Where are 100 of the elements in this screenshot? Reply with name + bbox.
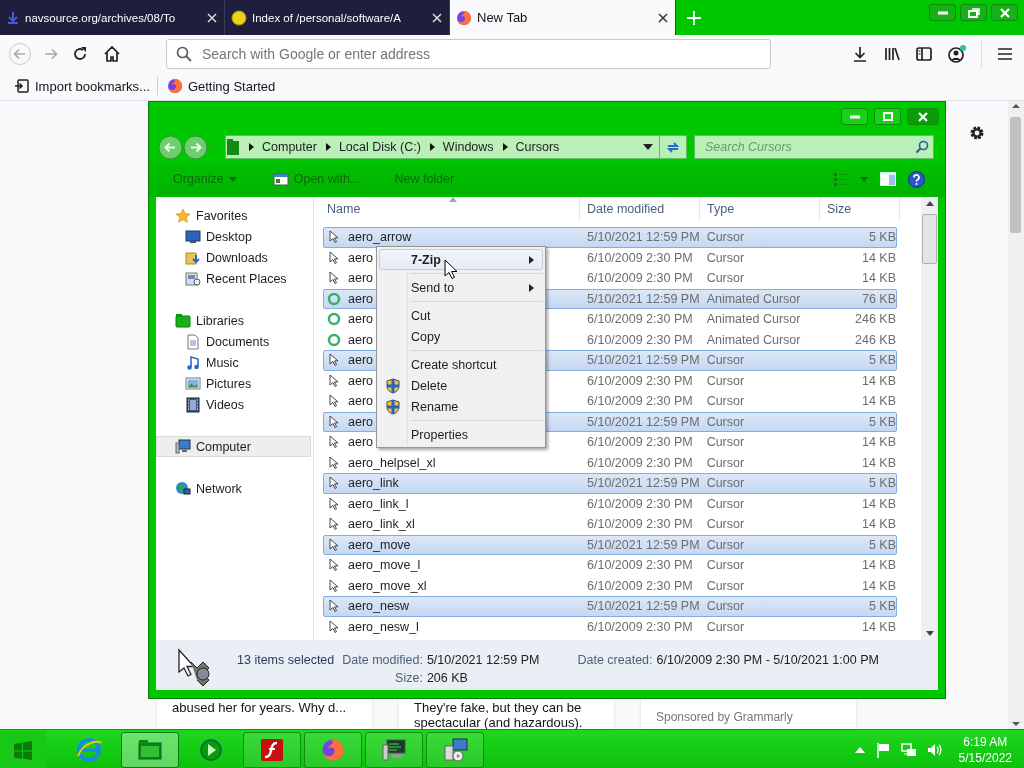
scroll-up-icon[interactable] (925, 201, 934, 206)
nav-item[interactable]: Pictures (156, 373, 311, 394)
flag-icon[interactable] (874, 741, 891, 758)
file-name[interactable]: aero_link_xl (348, 517, 415, 532)
view-options-icon[interactable] (834, 172, 848, 186)
scroll-down-icon[interactable] (925, 631, 934, 636)
ie-icon (75, 735, 103, 764)
menu-item[interactable]: 7-Zip (379, 249, 543, 270)
scrollbar-thumb[interactable] (1010, 117, 1021, 233)
bookmark[interactable]: Import bookmarks... (11, 76, 153, 96)
close-button[interactable] (991, 4, 1018, 21)
article-card[interactable]: abused her for years. Why d... (157, 699, 372, 729)
home-icon[interactable] (103, 44, 121, 63)
file-name[interactable]: aero_move_xl (348, 578, 427, 593)
help-icon[interactable] (908, 170, 925, 188)
network-icon[interactable] (900, 741, 917, 758)
arrow-cursor-icon (327, 517, 341, 532)
size-cell-text: 14 KB (860, 394, 896, 409)
nav-item[interactable]: Music (156, 352, 311, 373)
maximize-button[interactable] (874, 108, 901, 125)
taskbar-app[interactable] (121, 731, 179, 768)
file-name[interactable]: aero_link_l (348, 496, 409, 511)
scrollbar-thumb[interactable] (922, 214, 937, 264)
start-button[interactable] (0, 730, 46, 768)
minimize-button[interactable] (841, 108, 868, 125)
download-icon[interactable] (851, 44, 869, 63)
search-box[interactable]: Search Cursors (694, 135, 934, 159)
taskbar-app[interactable] (243, 731, 301, 768)
taskbar-app[interactable] (426, 731, 484, 768)
nav-item[interactable]: Downloads (156, 247, 311, 268)
file-name[interactable]: aero (348, 250, 374, 265)
file-name[interactable]: aero_move (348, 537, 411, 552)
file-name[interactable]: aero_move_l (348, 558, 421, 573)
nav-item[interactable]: Documents (156, 331, 311, 352)
back-icon[interactable] (158, 134, 183, 160)
refresh-icon[interactable] (665, 140, 681, 154)
forward-icon[interactable] (183, 134, 208, 160)
file-name[interactable]: aero_helpsel_xl (348, 455, 436, 470)
settings-icon[interactable] (968, 124, 986, 142)
file-name[interactable]: aero (348, 271, 374, 286)
sidebar-icon[interactable] (915, 44, 933, 63)
nav-item[interactable]: Libraries (156, 310, 311, 331)
address-bar[interactable]: Computer Local Disk (C:) Windows Cursors (225, 135, 687, 159)
reload-icon[interactable] (71, 44, 89, 63)
breadcrumb-item[interactable]: Computer (262, 140, 317, 154)
dropdown-icon[interactable] (643, 144, 653, 150)
file-name[interactable]: aero (348, 312, 374, 327)
breadcrumb-item[interactable]: Windows (442, 140, 494, 154)
selected-row[interactable]: aero_nesw 5/10/2021 12:59 PM Cursor 5 KB (323, 596, 897, 617)
search-field[interactable]: Search Cursors (703, 139, 915, 155)
file-name[interactable]: aero (348, 291, 374, 306)
address-bar[interactable]: Search with Google or enter address (166, 38, 771, 69)
close-icon[interactable] (657, 11, 669, 24)
nav-item[interactable]: Computer (156, 436, 311, 457)
file-name[interactable]: aero_nesw_l (348, 619, 419, 634)
menu-item[interactable]: Copy (379, 326, 543, 347)
type-cell-text: Cursor (706, 619, 746, 634)
bookmark[interactable]: Getting Started (163, 76, 279, 96)
breadcrumb-item[interactable]: Local Disk (C:) (338, 140, 421, 154)
close-icon (999, 7, 1010, 18)
date-cell-text: 5/10/2021 12:59 PM (587, 537, 701, 552)
close-button[interactable] (907, 108, 939, 125)
nav-item[interactable]: Favorites (156, 205, 311, 226)
nav-item[interactable]: Videos (156, 394, 311, 415)
menu-item[interactable]: Delete (379, 375, 543, 396)
article-card[interactable]: Sponsored by Grammarly (641, 699, 856, 729)
nav-item[interactable]: Desktop (156, 226, 311, 247)
new-tab-icon[interactable] (686, 9, 702, 26)
file-name[interactable]: aero_nesw (348, 599, 410, 614)
scrollbar[interactable] (921, 197, 938, 640)
selected-row[interactable]: aero_arrow 5/10/2021 12:59 PM Cursor 5 KB (323, 227, 897, 248)
file-name[interactable]: aero (348, 394, 374, 409)
arrow-cursor-icon (327, 394, 341, 409)
file-name[interactable]: aero (348, 373, 374, 388)
browser-tab[interactable]: Index of /personal/software/A (225, 0, 450, 35)
selected-row[interactable]: aero_move 5/10/2021 12:59 PM Cursor 5 KB (323, 534, 897, 555)
minimize-button[interactable] (929, 4, 956, 21)
account-icon[interactable] (947, 43, 967, 64)
browser-tab[interactable]: navsource.org/archives/08/To (0, 0, 225, 35)
nav-item[interactable]: Network (156, 478, 311, 499)
file-name[interactable]: aero_link (348, 476, 399, 491)
file-name[interactable]: aero (348, 414, 374, 429)
nav-item[interactable]: Recent Places (156, 268, 311, 289)
restore-button[interactable] (960, 4, 987, 21)
taskbar-app[interactable] (365, 731, 423, 768)
browser-tab[interactable]: New Tab (450, 0, 676, 35)
date-cell-text: 6/10/2009 2:30 PM (587, 373, 694, 388)
file-name[interactable]: aero (348, 353, 374, 368)
show-hidden-icon[interactable] (854, 746, 865, 753)
article-card[interactable]: They're fake, but they can be spectacular (and hazardous). (399, 699, 614, 729)
caret-icon[interactable] (860, 176, 868, 182)
file-name[interactable]: aero (348, 332, 374, 347)
scrollbar[interactable] (1008, 101, 1024, 729)
file-name[interactable]: aero (348, 435, 374, 450)
file-name[interactable]: aero_arrow (348, 230, 412, 245)
selected-row[interactable]: aero_link 5/10/2021 12:59 PM Cursor 5 KB (323, 473, 897, 494)
arrow-cursor-icon (327, 414, 341, 429)
size-cell-text: 5 KB (867, 414, 896, 429)
taskbar-app[interactable] (304, 731, 362, 768)
breadcrumb-item[interactable]: Cursors (515, 140, 560, 154)
